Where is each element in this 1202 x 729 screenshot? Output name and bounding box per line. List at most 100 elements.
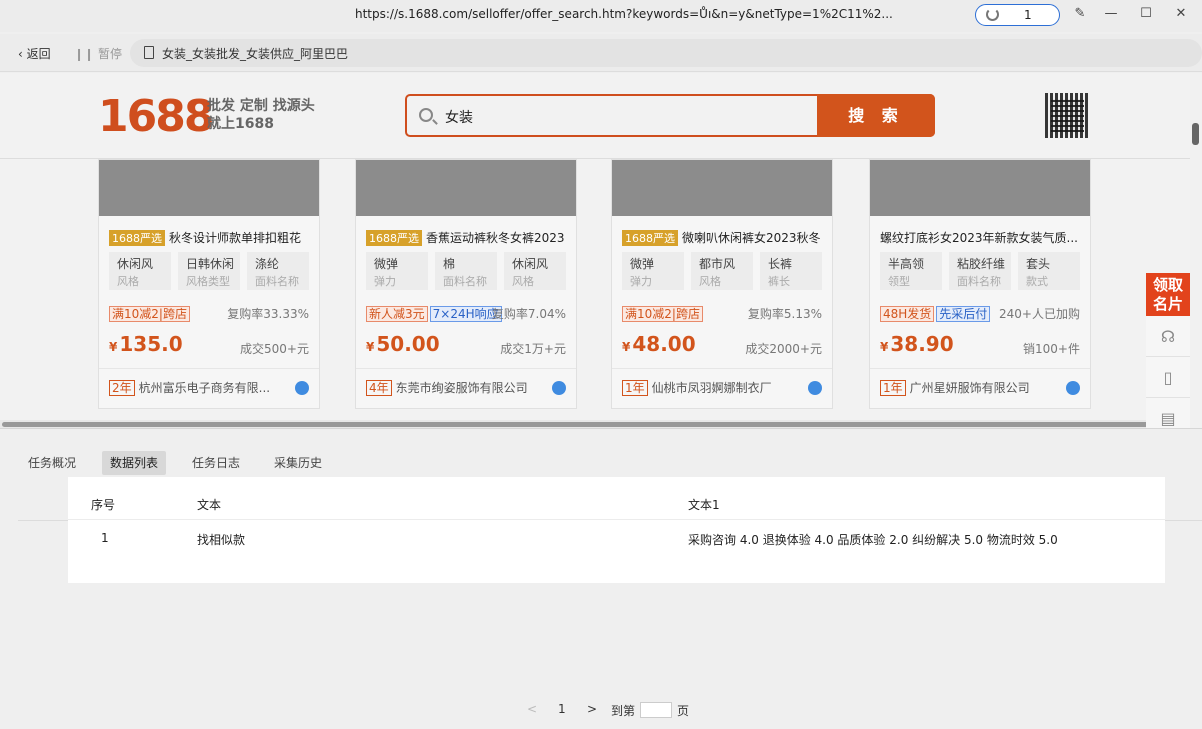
attribute-value: 长裤 <box>768 257 793 271</box>
attribute-chip: 棉面料名称 <box>435 252 497 290</box>
claim-line-2: 名片 <box>1152 295 1183 313</box>
data-table: 序号 文本 文本1 1 找相似款 采购咨询 4.0 退换体验 4.0 品质体验 … <box>68 477 1165 583</box>
page-title: 女装_女装批发_女装供应_阿里巴巴 <box>162 47 349 61</box>
product-image[interactable] <box>612 160 832 216</box>
product-attributes: 微弹 弹力 都市风 风格 长裤 裤长 <box>622 252 827 292</box>
scroll-thumb[interactable] <box>2 422 1178 427</box>
slogan-line-1: 批发 定制 找源头 <box>207 98 315 114</box>
search-button[interactable]: 搜 索 <box>817 94 935 137</box>
url-text[interactable]: https://s.1688.com/selloffer/offer_searc… <box>355 7 893 21</box>
chat-icon[interactable] <box>808 381 822 395</box>
edit-icon[interactable]: ✎ <box>1073 6 1087 22</box>
product-image[interactable] <box>870 160 1090 216</box>
claim-line-1: 领取 <box>1152 276 1183 294</box>
promo-badges: 48H发货 先采后付 <box>880 305 991 322</box>
task-counter[interactable]: 1 <box>975 4 1060 26</box>
horizontal-scrollbar[interactable] <box>0 420 1190 428</box>
page-suffix: 页 <box>677 704 690 718</box>
product-price: ¥48.00 <box>622 332 696 356</box>
attribute-chip: 休闲风 风格 <box>504 252 566 290</box>
site-logo[interactable]: 1688 <box>98 91 214 142</box>
chat-icon[interactable] <box>1066 381 1080 395</box>
chat-icon[interactable] <box>552 381 566 395</box>
table-header: 序号 文本 文本1 <box>68 477 1165 520</box>
address-bar[interactable]: 女装_女装批发_女装供应_阿里巴巴 <box>130 39 1202 67</box>
task-counter-value: 1 <box>1024 8 1032 22</box>
shop-row[interactable]: 4年 东莞市绚姿服饰有限公司 <box>356 368 576 408</box>
product-card[interactable]: 1688严选 秋冬设计师款单排扣粗花 休闲风 风格 日韩休闲 风格类型 涤纶 面料名称 满10减… <box>98 159 320 409</box>
chat-icon[interactable] <box>295 381 309 395</box>
attribute-value: 套头 <box>1026 257 1051 271</box>
shop-row[interactable]: 1年 广州星妍服饰有限公司 <box>870 368 1090 408</box>
sales-count: 成交2000+元 <box>745 342 822 356</box>
claim-card-button[interactable]: 领取 名片 <box>1146 273 1190 316</box>
tab-data-list[interactable]: 数据列表 <box>102 451 167 475</box>
product-title-text: 香蕉运动裤秋冬女裤2023 <box>426 231 565 245</box>
attribute-chip: 半高领 领型 <box>880 252 942 290</box>
repurchase-rate: 复购率7.04% <box>491 307 566 321</box>
close-button[interactable]: ✕ <box>1174 6 1188 22</box>
product-card[interactable]: 1688严选 微喇叭休闲裤女2023秋冬 微弹 弹力 都市风 风格 长裤 裤长 满10减2|跨店… <box>611 159 833 409</box>
attribute-value: 微弹 <box>374 257 399 271</box>
promo-badge: 满10减2|跨店 <box>622 306 703 322</box>
shop-years-badge: 1年 <box>622 380 648 396</box>
minimize-button[interactable]: — <box>1104 6 1118 22</box>
current-page[interactable]: 1 <box>558 702 566 716</box>
promo-badge: 新人减3元 <box>366 306 428 322</box>
product-title[interactable]: 1688严选 秋冬设计师款单排扣粗花 <box>109 229 314 246</box>
product-title[interactable]: 1688严选 香蕉运动裤秋冬女裤2023 <box>366 229 571 246</box>
product-attributes: 半高领 领型 粘胶纤维 面料名称 套头 款式 <box>880 252 1085 292</box>
goto-page-input[interactable] <box>640 702 672 718</box>
scroll-thumb[interactable] <box>1192 123 1199 145</box>
product-title[interactable]: 1688严选 微喇叭休闲裤女2023秋冬 <box>622 229 827 246</box>
attribute-chip: 微弹 弹力 <box>622 252 684 290</box>
phone-icon[interactable]: ▯ <box>1146 357 1190 398</box>
title-bar: https://s.1688.com/selloffer/offer_searc… <box>0 0 1202 32</box>
search-box[interactable]: 女装 搜 索 <box>405 94 935 137</box>
slogan-line-2: 就上1688 <box>207 116 274 132</box>
tab-task-log[interactable]: 任务日志 <box>184 451 248 475</box>
attribute-value: 棉 <box>443 257 456 271</box>
tab-overview[interactable]: 任务概况 <box>20 451 84 475</box>
vertical-scrollbar[interactable] <box>1190 73 1202 428</box>
column-header: 序号 <box>91 498 116 512</box>
document-icon <box>144 46 154 59</box>
shop-years-badge: 4年 <box>366 380 392 396</box>
search-input[interactable]: 女装 <box>445 107 473 127</box>
attribute-key: 裤长 <box>768 275 790 288</box>
currency-symbol: ¥ <box>109 340 118 354</box>
prev-page-button[interactable]: < <box>527 702 537 716</box>
repurchase-rate: 复购率5.13% <box>747 307 822 321</box>
pause-button[interactable]: ❙❙ 暂停 <box>74 45 122 62</box>
product-price: ¥135.0 <box>109 332 183 356</box>
back-button[interactable]: ‹ 返回 <box>18 45 51 62</box>
attribute-key: 面料名称 <box>443 275 487 288</box>
product-title[interactable]: 螺纹打底衫女2023年新款女装气质... <box>880 229 1085 246</box>
attribute-key: 面料名称 <box>957 275 1001 288</box>
price-value: 50.00 <box>376 332 440 356</box>
maximize-button[interactable]: ☐ <box>1139 6 1153 22</box>
headset-icon[interactable]: ☊ <box>1146 316 1190 357</box>
product-card[interactable]: 1688严选 香蕉运动裤秋冬女裤2023 微弹 弹力棉面料名称 休闲风 风格 新人减3元 7×… <box>355 159 577 409</box>
repurchase-rate: 240+人已加购 <box>999 307 1080 321</box>
promo-badges: 新人减3元 7×24H响应 <box>366 305 502 322</box>
next-page-button[interactable]: > <box>587 702 597 716</box>
shop-name: 仙桃市凤羽婀娜制衣厂 <box>651 381 772 395</box>
attribute-chip: 微弹 弹力 <box>366 252 428 290</box>
attribute-key: 风格类型 <box>186 275 230 288</box>
column-header: 文本1 <box>688 498 720 512</box>
shop-row[interactable]: 2年 杭州富乐电子商务有限... <box>99 368 319 408</box>
tab-history[interactable]: 采集历史 <box>266 451 330 475</box>
shop-row[interactable]: 1年 仙桃市凤羽婀娜制衣厂 <box>612 368 832 408</box>
attribute-key: 款式 <box>1026 275 1048 288</box>
product-image[interactable] <box>99 160 319 216</box>
qr-code-icon[interactable] <box>1045 93 1090 138</box>
product-card[interactable]: 螺纹打底衫女2023年新款女装气质... 半高领 领型 粘胶纤维 面料名称 套头 款式 48H… <box>869 159 1091 409</box>
product-image[interactable] <box>356 160 576 216</box>
shop-name: 广州星妍服饰有限公司 <box>909 381 1030 395</box>
feedback-icon[interactable]: ▤ <box>1146 398 1190 428</box>
product-grid: 1688严选 秋冬设计师款单排扣粗花 休闲风 风格 日韩休闲 风格类型 涤纶 面料名称 满10减… <box>0 159 1190 421</box>
attribute-value: 涤纶 <box>255 257 280 271</box>
repurchase-rate: 复购率33.33% <box>227 307 309 321</box>
attribute-key: 风格 <box>699 275 721 288</box>
